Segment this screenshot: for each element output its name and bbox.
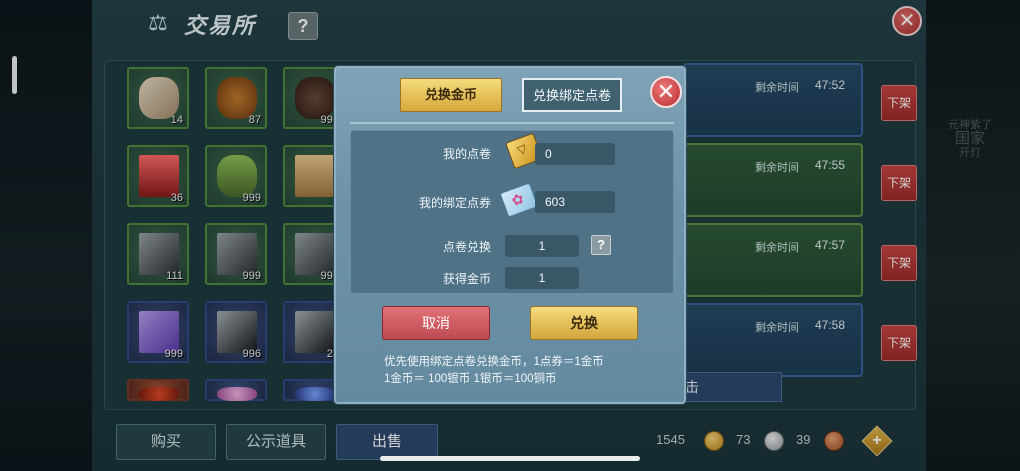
my-points-value: 0 <box>535 143 615 165</box>
close-dialog-button[interactable]: ✕ <box>650 76 682 108</box>
game-screen: 元神紫了 国家 开灯 ⚖ 交易所 ? ✕ 14 87 999 36 999 111 999 9… <box>0 0 1020 471</box>
confirm-exchange-button[interactable]: 兑换 <box>530 306 638 340</box>
my-bound-points-label: 我的绑定点券 <box>418 196 491 210</box>
exchange-rate-note-2: 1金币＝ 100银币 1银币＝100铜币 <box>384 373 557 385</box>
my-bound-points-value: 603 <box>535 191 615 213</box>
home-indicator[interactable] <box>380 456 640 461</box>
bound-ticket-icon <box>499 182 539 218</box>
exchange-help-icon[interactable]: ? <box>591 235 611 255</box>
exchange-amount-label: 点卷兑换 <box>442 240 491 254</box>
my-points-label: 我的点卷 <box>442 147 491 161</box>
exchange-amount-input[interactable]: 1 <box>505 235 579 257</box>
exchange-panel: 我的点卷 0 我的绑定点券 603 点卷兑换 1 ? 获得金币 1 <box>350 130 674 294</box>
divider <box>350 122 674 124</box>
currency-exchange-dialog: 兑换金币 兑换绑定点卷 ✕ 我的点卷 0 我的绑定点券 603 点卷兑换 1 ?… <box>334 66 686 404</box>
cancel-button[interactable]: 取消 <box>382 306 490 340</box>
gain-gold-value: 1 <box>505 267 579 289</box>
tab-exchange-bound-points[interactable]: 兑换绑定点卷 <box>522 78 622 112</box>
tab-exchange-gold[interactable]: 兑换金币 <box>400 78 502 112</box>
exchange-rate-note-1: 优先使用绑定点卷兑换金币，1点券＝1金币 <box>384 356 604 368</box>
gain-gold-label: 获得金币 <box>442 272 491 286</box>
